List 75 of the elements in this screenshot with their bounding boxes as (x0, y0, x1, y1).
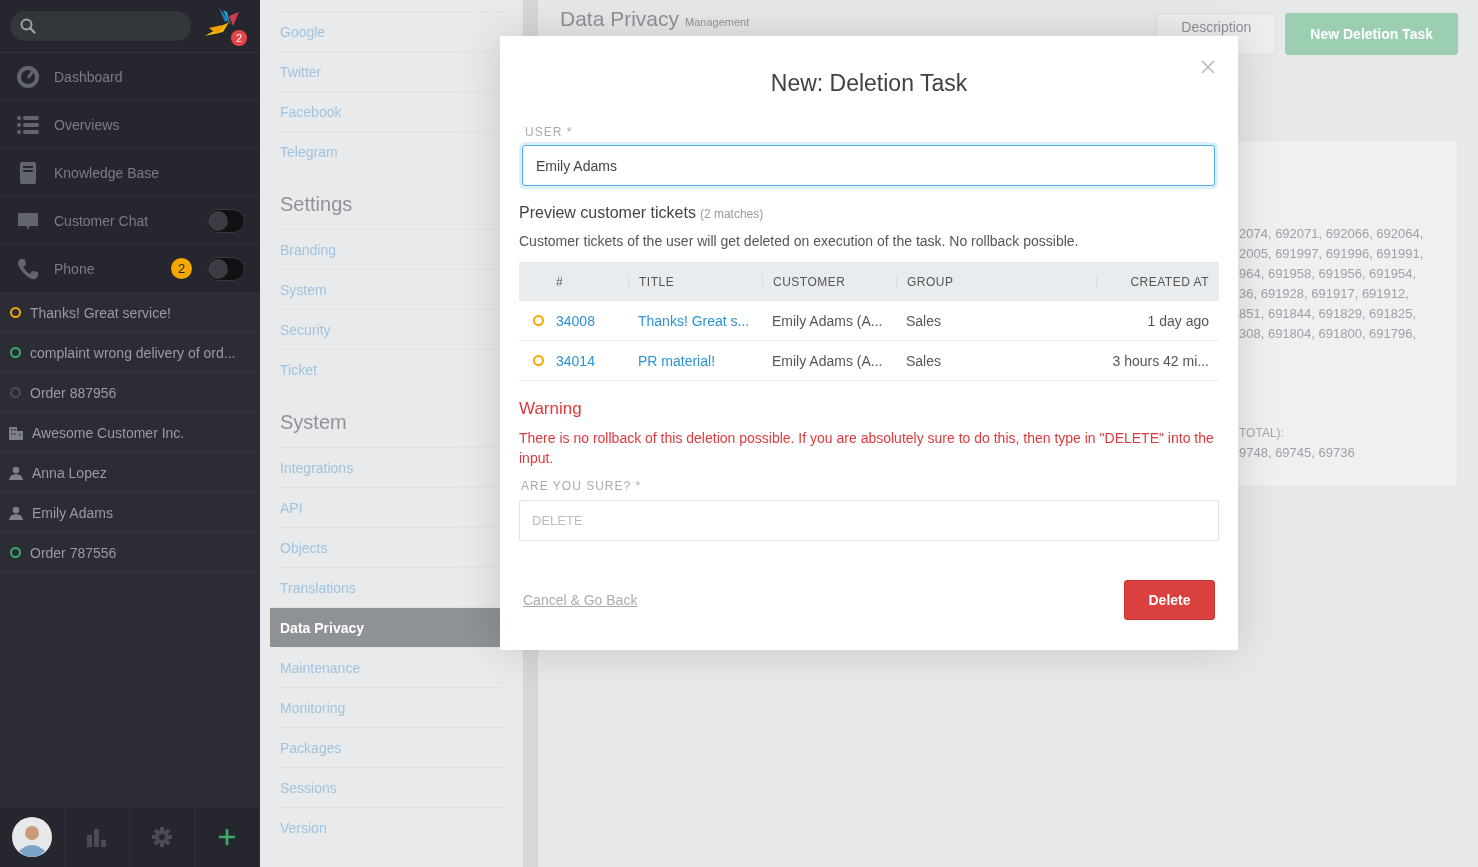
warning-heading: Warning (519, 399, 583, 419)
ticket-link[interactable]: 34014 (556, 352, 628, 369)
nav-label: Overviews (54, 116, 121, 133)
close-icon[interactable] (1201, 60, 1215, 74)
section-heading: Settings (279, 192, 354, 217)
column-header[interactable]: TITLE (628, 274, 762, 289)
cancel-link[interactable]: Cancel & Go Back (523, 592, 638, 608)
nav-label: Dashboard (54, 68, 124, 85)
notification-badge: 2 (231, 30, 247, 46)
search-icon (20, 18, 36, 34)
table-cell-text: Sales (905, 352, 943, 369)
column-header[interactable]: CUSTOMER (762, 274, 896, 289)
dialog-title: New: Deletion Task (769, 70, 969, 98)
table-cell-text: 3 hours 42 mi... (1111, 352, 1210, 369)
search-field[interactable] (10, 11, 191, 41)
field-label: ARE YOU SURE? * (520, 479, 643, 493)
task-label: Order 787556 (30, 544, 117, 561)
toggle-switch[interactable] (206, 256, 245, 281)
confirm-field[interactable]: DELETE (519, 500, 1219, 541)
nav-label: Customer Chat (54, 212, 150, 229)
task-label: Emily Adams (32, 504, 113, 521)
toggle-switch[interactable] (206, 208, 245, 233)
task-label: Anna Lopez (32, 464, 107, 481)
column-header[interactable]: GROUP (896, 274, 1096, 289)
id-list-line: 2074, 692071, 692066, 692064, (1239, 225, 1425, 243)
task-item[interactable]: Emily Adams (0, 493, 260, 533)
table-cell-text: Emily Adams (A... (771, 352, 884, 369)
id-list-line: 308, 691804, 691800, 691796, (1239, 325, 1418, 343)
ticket-link[interactable]: PR material! (628, 352, 762, 369)
avatar[interactable] (12, 817, 52, 857)
table-cell-text: Sales (905, 312, 943, 329)
settings-icon[interactable] (152, 827, 172, 847)
task-label: Order 887956 (30, 384, 117, 401)
ticket-link[interactable]: 34008 (556, 312, 628, 329)
field-label: USER * (524, 125, 574, 141)
id-list-line: 9748, 69745, 69736 (1239, 444, 1356, 462)
nav-item[interactable]: Overviews (0, 101, 260, 149)
total-label: TOTAL): (1239, 425, 1285, 442)
gauge-icon (16, 64, 40, 89)
section-heading: Preview customer tickets (519, 204, 696, 221)
task-item[interactable]: Anna Lopez (0, 453, 260, 493)
task-label: Thanks! Great service! (30, 304, 171, 321)
preview-note: Customer tickets of the user will get deleted on execution of the task. No rollback possible. (519, 233, 1080, 249)
task-item[interactable]: Awesome Customer Inc. (0, 413, 260, 453)
table-cell-text: Emily Adams (A... (771, 312, 884, 329)
column-header[interactable]: CREATED AT (1096, 274, 1219, 289)
person-icon (9, 465, 23, 480)
nav-label: Phone (54, 260, 96, 277)
id-list-line: 964, 691958, 691956, 691954, (1239, 265, 1418, 283)
person-icon (9, 505, 23, 520)
nav-item[interactable]: Customer Chat (0, 197, 260, 245)
id-list-line: 2005, 691997, 691996, 691991, (1239, 245, 1425, 263)
ticket-link[interactable]: Thanks! Great s... (628, 312, 762, 329)
task-label: Awesome Customer Inc. (32, 424, 185, 441)
nav-label: Knowledge Base (54, 164, 161, 181)
new-task-button[interactable]: New Deletion Task (1285, 13, 1458, 55)
task-label: complaint wrong delivery of ord... (30, 344, 236, 361)
warning-text: There is no rollback of this deletion possible. If you are absolutely sure to do this, then type in "DELETE" into the input. (519, 429, 1215, 468)
bar-chart-icon[interactable] (87, 827, 107, 847)
building-icon (9, 425, 23, 440)
phone-icon (16, 256, 40, 281)
table-cell-text: 1 day ago (1146, 312, 1210, 329)
nav-item[interactable]: Phone 2 (0, 245, 260, 293)
user-field[interactable]: Emily Adams (522, 145, 1215, 186)
count-badge: 2 (171, 258, 192, 279)
page-subtitle: Management (685, 16, 750, 28)
page-title: Data Privacy (560, 7, 680, 30)
nav-item[interactable]: Knowledge Base (0, 149, 260, 197)
id-list-line: 851, 691844, 691829, 691825, (1239, 305, 1418, 323)
nav-item[interactable]: Dashboard (0, 53, 260, 101)
id-list-line: 36, 691928, 691917, 691912, (1239, 285, 1410, 303)
match-count: (2 matches) (699, 207, 764, 221)
add-icon[interactable] (218, 828, 236, 846)
delete-button[interactable]: Delete (1124, 580, 1215, 620)
column-header[interactable]: # (556, 274, 628, 289)
